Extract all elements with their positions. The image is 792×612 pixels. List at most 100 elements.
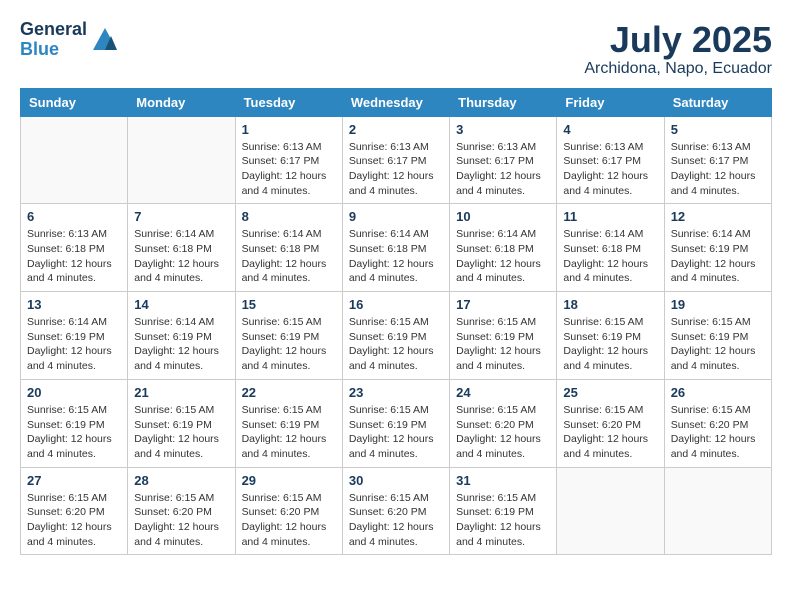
calendar-cell: 21 Sunrise: 6:15 AM Sunset: 6:19 PM Dayli… [128, 379, 235, 467]
day-number: 4 [563, 122, 657, 137]
day-number: 2 [349, 122, 443, 137]
day-info: Sunrise: 6:13 AM Sunset: 6:17 PM Dayligh… [456, 140, 550, 199]
calendar-cell: 15Sunrise: 6:15 AM Sunset: 6:19 PM Dayli… [235, 292, 342, 380]
calendar-cell: 31Sunrise: 6:15 AM Sunset: 6:19 PM Dayli… [450, 467, 557, 555]
day-number: 30 [349, 473, 443, 488]
calendar-cell: 28Sunrise: 6:15 AM Sunset: 6:20 PM Dayli… [128, 467, 235, 555]
calendar-week-row: 27 Sunrise: 6:15 AM Sunset: 6:20 PM Dayli… [21, 467, 772, 555]
day-info: Sunrise: 6:15 AM Sunset: 6:19 PM Dayligh… [134, 403, 228, 462]
logo: General Blue [20, 20, 119, 60]
calendar-cell: 6 Sunrise: 6:13 AM Sunset: 6:18 PM Daylig… [21, 204, 128, 292]
calendar-cell: 29 Sunrise: 6:15 AM Sunset: 6:20 PM Dayli… [235, 467, 342, 555]
calendar-cell [21, 116, 128, 204]
day-number: 5 [671, 122, 765, 137]
title-block: July 2025 Archidona, Napo, Ecuador [584, 20, 772, 78]
day-info: Sunrise: 6:15 AM Sunset: 6:20 PM Dayligh… [242, 491, 336, 550]
calendar-cell: 27 Sunrise: 6:15 AM Sunset: 6:20 PM Dayli… [21, 467, 128, 555]
day-info: Sunrise: 6:14 AM Sunset: 6:19 PM Dayligh… [671, 227, 765, 286]
day-number: 6 [27, 209, 121, 224]
day-number: 14 [134, 297, 228, 312]
weekday-header: Saturday [664, 88, 771, 116]
day-number: 11 [563, 209, 657, 224]
calendar-cell: 26 Sunrise: 6:15 AM Sunset: 6:20 PM Dayli… [664, 379, 771, 467]
day-info: Sunrise: 6:14 AM Sunset: 6:18 PM Dayligh… [134, 227, 228, 286]
logo-icon [91, 26, 119, 54]
day-info: Sunrise: 6:15 AM Sunset: 6:20 PM Dayligh… [27, 491, 121, 550]
day-info: Sunrise: 6:14 AM Sunset: 6:18 PM Dayligh… [242, 227, 336, 286]
day-info: Sunrise: 6:13 AM Sunset: 6:18 PM Dayligh… [27, 227, 121, 286]
calendar-cell: 18Sunrise: 6:15 AM Sunset: 6:19 PM Dayli… [557, 292, 664, 380]
weekday-row: SundayMondayTuesdayWednesdayThursdayFrid… [21, 88, 772, 116]
day-info: Sunrise: 6:13 AM Sunset: 6:17 PM Dayligh… [242, 140, 336, 199]
calendar-subtitle: Archidona, Napo, Ecuador [584, 60, 772, 78]
calendar-cell: 3 Sunrise: 6:13 AM Sunset: 6:17 PM Daylig… [450, 116, 557, 204]
day-info: Sunrise: 6:15 AM Sunset: 6:20 PM Dayligh… [563, 403, 657, 462]
weekday-header: Friday [557, 88, 664, 116]
day-number: 27 [27, 473, 121, 488]
calendar-cell [664, 467, 771, 555]
calendar-cell: 11 Sunrise: 6:14 AM Sunset: 6:18 PM Dayli… [557, 204, 664, 292]
calendar-week-row: 1 Sunrise: 6:13 AM Sunset: 6:17 PM Daylig… [21, 116, 772, 204]
day-number: 29 [242, 473, 336, 488]
day-info: Sunrise: 6:15 AM Sunset: 6:19 PM Dayligh… [349, 403, 443, 462]
weekday-header: Wednesday [342, 88, 449, 116]
day-info: Sunrise: 6:15 AM Sunset: 6:20 PM Dayligh… [349, 491, 443, 550]
day-info: Sunrise: 6:15 AM Sunset: 6:19 PM Dayligh… [671, 315, 765, 374]
calendar-week-row: 20 Sunrise: 6:15 AM Sunset: 6:19 PM Dayli… [21, 379, 772, 467]
day-number: 3 [456, 122, 550, 137]
weekday-header: Sunday [21, 88, 128, 116]
day-number: 10 [456, 209, 550, 224]
calendar-cell: 24 Sunrise: 6:15 AM Sunset: 6:20 PM Dayli… [450, 379, 557, 467]
day-info: Sunrise: 6:14 AM Sunset: 6:19 PM Dayligh… [134, 315, 228, 374]
calendar-cell: 16Sunrise: 6:15 AM Sunset: 6:19 PM Dayli… [342, 292, 449, 380]
day-info: Sunrise: 6:13 AM Sunset: 6:17 PM Dayligh… [349, 140, 443, 199]
day-info: Sunrise: 6:15 AM Sunset: 6:20 PM Dayligh… [456, 403, 550, 462]
day-info: Sunrise: 6:15 AM Sunset: 6:19 PM Dayligh… [563, 315, 657, 374]
calendar-cell: 2 Sunrise: 6:13 AM Sunset: 6:17 PM Daylig… [342, 116, 449, 204]
calendar-cell: 1 Sunrise: 6:13 AM Sunset: 6:17 PM Daylig… [235, 116, 342, 204]
day-info: Sunrise: 6:15 AM Sunset: 6:19 PM Dayligh… [242, 403, 336, 462]
day-number: 16 [349, 297, 443, 312]
calendar-cell [128, 116, 235, 204]
calendar-cell: 9Sunrise: 6:14 AM Sunset: 6:18 PM Daylig… [342, 204, 449, 292]
calendar-cell: 19Sunrise: 6:15 AM Sunset: 6:19 PM Dayli… [664, 292, 771, 380]
day-number: 13 [27, 297, 121, 312]
calendar-week-row: 6 Sunrise: 6:13 AM Sunset: 6:18 PM Daylig… [21, 204, 772, 292]
day-number: 25 [563, 385, 657, 400]
day-info: Sunrise: 6:14 AM Sunset: 6:18 PM Dayligh… [563, 227, 657, 286]
day-info: Sunrise: 6:15 AM Sunset: 6:19 PM Dayligh… [27, 403, 121, 462]
calendar-week-row: 13 Sunrise: 6:14 AM Sunset: 6:19 PM Dayli… [21, 292, 772, 380]
calendar-cell: 22Sunrise: 6:15 AM Sunset: 6:19 PM Dayli… [235, 379, 342, 467]
weekday-header: Tuesday [235, 88, 342, 116]
calendar-cell: 12 Sunrise: 6:14 AM Sunset: 6:19 PM Dayli… [664, 204, 771, 292]
day-info: Sunrise: 6:14 AM Sunset: 6:19 PM Dayligh… [27, 315, 121, 374]
page-header: General Blue July 2025 Archidona, Napo, … [20, 20, 772, 78]
day-number: 15 [242, 297, 336, 312]
calendar-cell: 23Sunrise: 6:15 AM Sunset: 6:19 PM Dayli… [342, 379, 449, 467]
day-number: 21 [134, 385, 228, 400]
day-info: Sunrise: 6:14 AM Sunset: 6:18 PM Dayligh… [456, 227, 550, 286]
calendar-body: 1 Sunrise: 6:13 AM Sunset: 6:17 PM Daylig… [21, 116, 772, 555]
day-info: Sunrise: 6:15 AM Sunset: 6:20 PM Dayligh… [671, 403, 765, 462]
calendar-cell: 7Sunrise: 6:14 AM Sunset: 6:18 PM Daylig… [128, 204, 235, 292]
logo-blue-text: Blue [20, 40, 87, 60]
calendar-cell: 10 Sunrise: 6:14 AM Sunset: 6:18 PM Dayli… [450, 204, 557, 292]
calendar-cell: 20 Sunrise: 6:15 AM Sunset: 6:19 PM Dayli… [21, 379, 128, 467]
day-info: Sunrise: 6:13 AM Sunset: 6:17 PM Dayligh… [563, 140, 657, 199]
day-number: 12 [671, 209, 765, 224]
calendar-cell: 4 Sunrise: 6:13 AM Sunset: 6:17 PM Daylig… [557, 116, 664, 204]
calendar-cell: 25 Sunrise: 6:15 AM Sunset: 6:20 PM Dayli… [557, 379, 664, 467]
day-number: 24 [456, 385, 550, 400]
calendar-cell: 13 Sunrise: 6:14 AM Sunset: 6:19 PM Dayli… [21, 292, 128, 380]
day-number: 8 [242, 209, 336, 224]
day-number: 20 [27, 385, 121, 400]
day-info: Sunrise: 6:15 AM Sunset: 6:20 PM Dayligh… [134, 491, 228, 550]
day-number: 1 [242, 122, 336, 137]
calendar-cell: 14 Sunrise: 6:14 AM Sunset: 6:19 PM Dayli… [128, 292, 235, 380]
day-number: 26 [671, 385, 765, 400]
logo-general-text: General [20, 20, 87, 40]
calendar-title: July 2025 [584, 20, 772, 60]
calendar-cell: 5Sunrise: 6:13 AM Sunset: 6:17 PM Daylig… [664, 116, 771, 204]
day-number: 9 [349, 209, 443, 224]
weekday-header: Thursday [450, 88, 557, 116]
